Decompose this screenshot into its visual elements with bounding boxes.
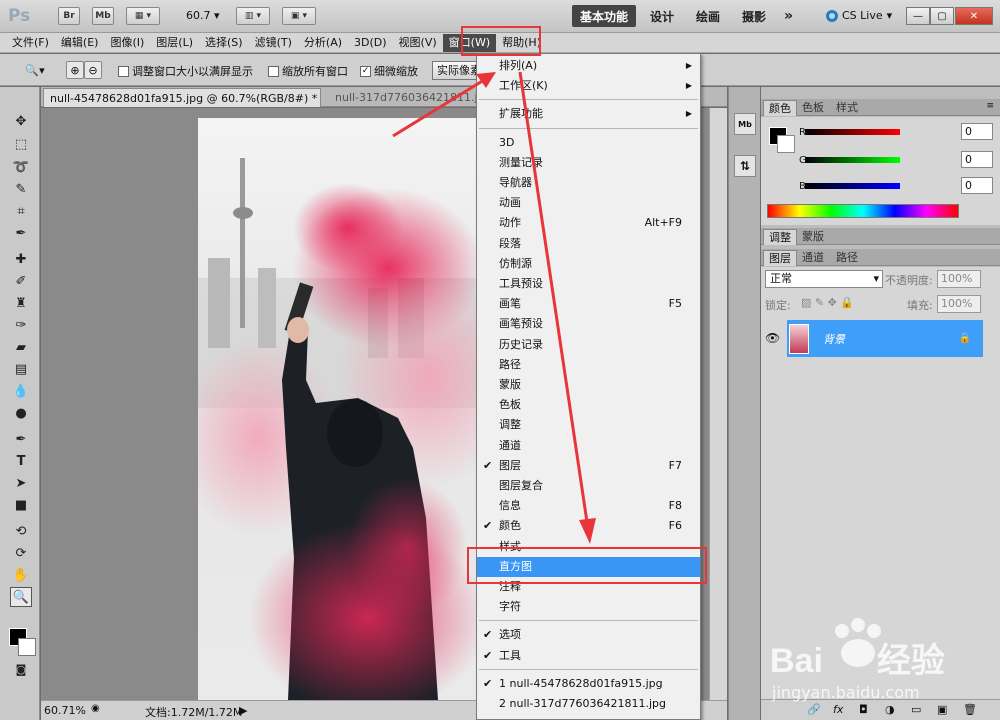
watermark-url: jingyan.baidu.com: [772, 683, 920, 702]
baidu-watermark: Bai 经验 jingyan.baidu.com: [770, 611, 1000, 716]
watermark-brand: Bai 经验: [770, 642, 945, 680]
